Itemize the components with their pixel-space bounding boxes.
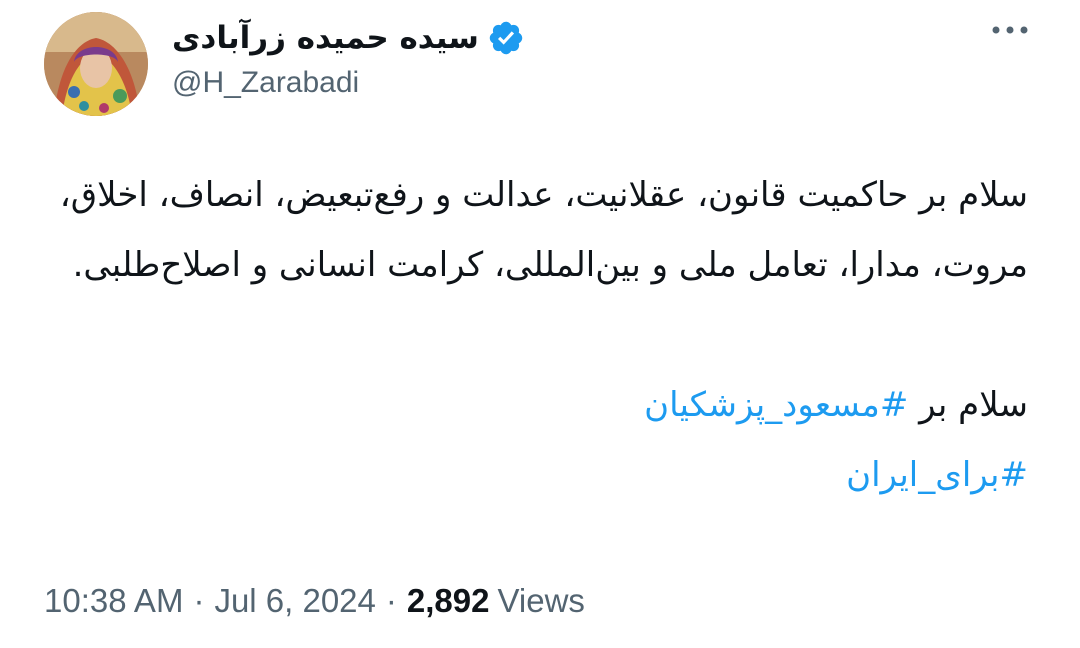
greeting-text: سلام بر — [919, 385, 1028, 425]
tweet-card: سیده حمیده زرآبادی @H_Zarabadi سلام بر ح… — [0, 0, 1080, 648]
verified-badge-icon — [487, 19, 525, 57]
separator-dot: · — [385, 582, 397, 619]
tweet-hashtag-line: سلام بر #مسعود_پزشکیان — [38, 370, 1028, 440]
tweet-date[interactable]: Jul 6, 2024 — [214, 582, 375, 620]
views-count[interactable]: 2,892 — [407, 582, 490, 620]
author-handle[interactable]: @H_Zarabadi — [172, 66, 359, 100]
more-options-icon[interactable] — [990, 20, 1030, 40]
author-name-row[interactable]: سیده حمیده زرآبادی — [172, 14, 525, 62]
separator-dot: · — [193, 582, 205, 619]
hashtag-link[interactable]: #برای_ایران — [846, 455, 1028, 495]
avatar-image — [44, 12, 148, 116]
hashtag-link[interactable]: #مسعود_پزشکیان — [644, 385, 908, 425]
display-name[interactable]: سیده حمیده زرآبادی — [172, 20, 479, 56]
tweet-paragraph: سلام بر حاکمیت قانون، عقلانیت، عدالت و ر… — [59, 175, 1028, 285]
tweet-hashtag-line: #برای_ایران — [38, 440, 1028, 510]
tweet-time[interactable]: 10:38 AM — [44, 582, 183, 620]
tweet-text: سلام بر حاکمیت قانون، عقلانیت، عدالت و ر… — [38, 160, 1028, 510]
views-label: Views — [497, 582, 585, 619]
tweet-metadata: 10:38 AM · Jul 6, 2024 · 2,892 Views — [44, 582, 585, 620]
avatar[interactable] — [44, 12, 148, 116]
